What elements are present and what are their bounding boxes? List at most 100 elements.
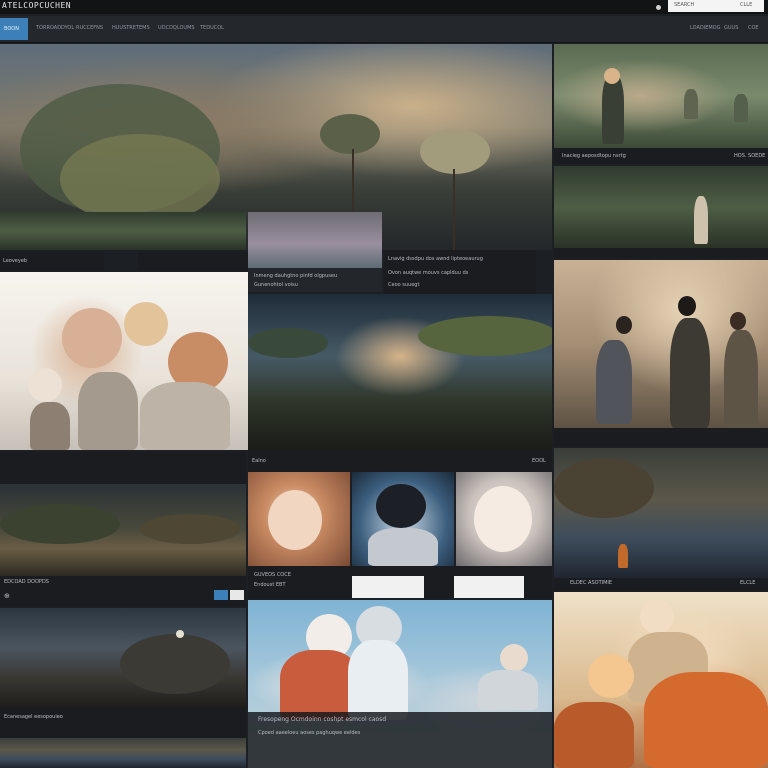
character-head: [62, 308, 122, 368]
close-icon[interactable]: CLLE: [740, 2, 752, 8]
caption-bar: ELDEC ASOTIMIE ELCLE: [554, 578, 768, 590]
caption: Inacieg aeposdtopu nsrtg: [562, 153, 626, 159]
building-silhouette: [120, 634, 230, 694]
share-icon[interactable]: ⊕: [4, 592, 10, 600]
village-image[interactable]: [0, 608, 246, 708]
character-figure: [348, 640, 408, 720]
hill-trees: [248, 328, 328, 358]
tree-trunk: [352, 149, 354, 219]
caption-panel: Lnavig dssdpu dos awnd lipteoeaurug Ovon…: [384, 250, 536, 294]
thumbnail-image[interactable]: [0, 738, 246, 768]
more-button[interactable]: [454, 576, 524, 598]
tree-crown: [420, 129, 490, 174]
nav-item-right[interactable]: LOADIEMOG: [690, 25, 720, 31]
caption: EDCOAD DOOPDS: [4, 579, 49, 585]
tree-cluster: [140, 514, 240, 544]
character-figure: [734, 94, 748, 122]
dusk-field-image[interactable]: [248, 294, 552, 450]
character-head: [268, 490, 322, 550]
caption: HOS. SOEDE: [734, 153, 766, 159]
character-figure: [724, 330, 758, 428]
caption: Fresopeng Ocmdoinn coshpt esmcol caosd: [258, 716, 387, 723]
caption: Ovon auqtwe mouvs caplduu ds: [388, 270, 469, 276]
hill-trees: [418, 316, 552, 356]
app-title: ATELCOPCUCHEN: [2, 1, 72, 10]
swamp-image[interactable]: [0, 484, 246, 576]
character-head: [640, 600, 674, 634]
character-figure: [478, 670, 538, 710]
character-head: [376, 484, 426, 528]
caption: ELCLE: [740, 580, 756, 586]
landscape-strip-image[interactable]: [0, 212, 246, 250]
tree-trunk: [453, 169, 455, 250]
caption-bar: [554, 428, 768, 446]
wanderers-image[interactable]: [554, 44, 768, 148]
character-figure: [670, 318, 710, 428]
nav-item[interactable]: HUUSTRETEMS: [112, 25, 150, 31]
nav-item[interactable]: RUCCEFNS: [76, 25, 103, 31]
gear-icon[interactable]: [656, 5, 661, 10]
nav-item-active-label: BOON: [4, 26, 19, 32]
orange-embrace-image[interactable]: [554, 592, 768, 768]
character-head: [730, 312, 746, 330]
caption: EOOL: [532, 458, 546, 464]
character-head: [588, 654, 634, 698]
nav-item-active[interactable]: BOON: [0, 18, 28, 40]
sky-group-image[interactable]: Fresopeng Ocmdoinn coshpt esmcol caosd C…: [248, 600, 552, 768]
caption: Leoveyeb: [3, 258, 28, 264]
character-figure: [618, 544, 628, 568]
caption-bar: Leoveyeb: [0, 252, 104, 270]
title-bar: ATELCOPCUCHEN SEARCH CLLE: [0, 0, 768, 14]
more-button[interactable]: [230, 590, 244, 600]
character-head: [474, 486, 532, 552]
search-label: SEARCH: [674, 2, 695, 8]
character-head: [28, 368, 62, 402]
character-figure: [644, 672, 768, 768]
character-figure: [684, 89, 698, 119]
portrait-image[interactable]: [352, 472, 454, 566]
character-head: [604, 68, 620, 84]
river-image[interactable]: [554, 448, 768, 578]
caption-bar: [138, 252, 248, 270]
caption-bar: Inmeng dauhgtno pinfd olgpuseu Gunenohto…: [248, 268, 382, 292]
search-input[interactable]: SEARCH CLLE: [668, 0, 764, 12]
caption-bar: [554, 248, 768, 258]
nav-item[interactable]: TEDUCOL: [200, 25, 224, 31]
nav-item-right[interactable]: GUUS: [724, 25, 738, 31]
caption: Cpoed aaeeloeu aoses paghuqwe eeldes: [258, 730, 361, 736]
tree-crown: [320, 114, 380, 154]
moon: [176, 630, 184, 638]
nav-item[interactable]: UOCDQLOUMS: [158, 25, 195, 31]
nav-item-right[interactable]: COE: [748, 25, 759, 31]
character-head: [124, 302, 168, 346]
nav-bar: BOON TORROADDYOL RUCCEFNS HUUSTRETEMS UO…: [0, 16, 768, 43]
character-figure: [602, 74, 624, 144]
character-figure: [596, 340, 632, 424]
anime-girls-image[interactable]: [0, 272, 248, 450]
view-button[interactable]: [214, 590, 228, 600]
character-figure: [368, 528, 438, 566]
caption: Ealno: [252, 458, 266, 464]
caption: Ecanesagel eesopouieo: [4, 714, 63, 720]
tree-cluster: [554, 458, 654, 518]
caption: Lnavig dssdpu dos awnd lipteoeaurug: [388, 256, 483, 262]
caption-overlay: Fresopeng Ocmdoinn coshpt esmcol caosd C…: [248, 712, 552, 768]
character-figure: [554, 702, 634, 768]
caption-bar: GUVEOS COCE Endoust EBT: [248, 566, 552, 598]
character-head: [616, 316, 632, 334]
character-figure: [30, 402, 70, 450]
forest-archer-image[interactable]: [554, 166, 768, 248]
view-button[interactable]: [352, 576, 424, 598]
caption: Endoust EBT: [254, 582, 286, 588]
caption-bar: [0, 452, 246, 484]
lake-thumbnail-image[interactable]: Inmeng dauhgtno pinfd olgpuseu Gunenohto…: [248, 212, 382, 292]
character-head: [500, 644, 528, 672]
nav-item[interactable]: TORROADDYOL: [36, 25, 74, 31]
caption: GUVEOS COCE: [254, 572, 291, 578]
caption: Gunenohtol voisu: [254, 282, 298, 288]
character-figure: [78, 372, 138, 450]
caption-bar: EDCOAD DOOPDS ⊕: [0, 576, 246, 606]
portrait-image[interactable]: [456, 472, 552, 566]
group-under-tree-image[interactable]: [554, 260, 768, 428]
portrait-image[interactable]: [248, 472, 350, 566]
